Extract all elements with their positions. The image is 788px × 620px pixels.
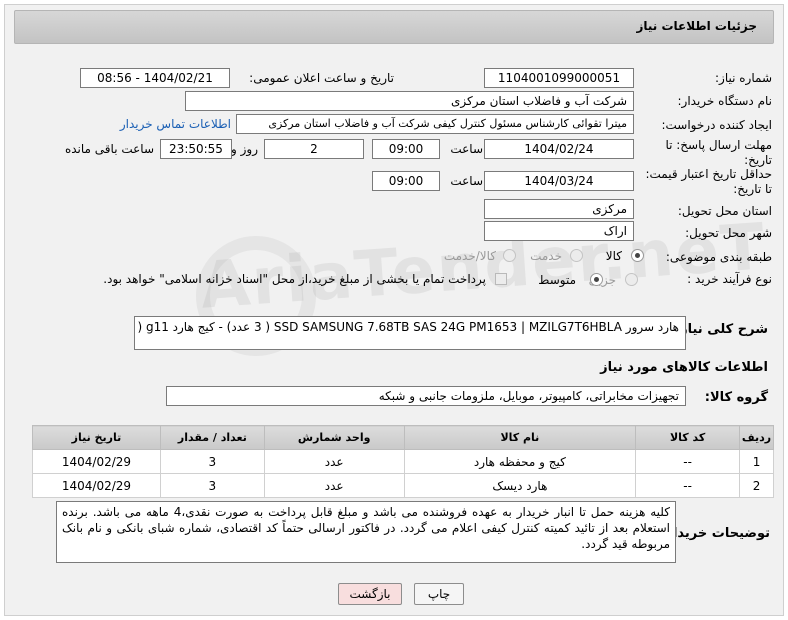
col-unit: واحد شمارش bbox=[263, 425, 405, 450]
buyer-org-label: نام دستگاه خریدار: bbox=[677, 94, 773, 108]
city-label: شهر محل تحویل: bbox=[685, 226, 772, 240]
category-service-radio[interactable] bbox=[570, 249, 583, 262]
price-validity-time-label: ساعت bbox=[450, 174, 483, 188]
remaining-time-label: ساعت باقی مانده bbox=[64, 142, 154, 156]
province-label: استان محل تحویل: bbox=[677, 204, 772, 218]
col-need-date: تاریخ نیاز bbox=[32, 425, 161, 450]
process-medium-radio[interactable] bbox=[590, 273, 603, 286]
col-quantity: تعداد / مقدار bbox=[159, 425, 265, 450]
reply-deadline-label-2: تاریخ: bbox=[744, 153, 772, 167]
reply-time-label: ساعت bbox=[450, 142, 483, 156]
cell-unit: عدد bbox=[263, 449, 405, 474]
col-goods-code: کد کالا bbox=[635, 425, 741, 450]
remaining-time-field: 23:50:55 bbox=[160, 139, 232, 159]
cell-need-date: 1404/02/29 bbox=[32, 473, 161, 498]
table-row: 2 -- هارد دیسک عدد 3 1404/02/29 bbox=[32, 473, 774, 498]
days-label: روز و bbox=[231, 142, 258, 156]
goods-group-field: تجهیزات مخابراتی، کامپیوتر، موبایل، ملزو… bbox=[166, 386, 686, 406]
buyer-org-field: شرکت آب و فاضلاب استان مرکزی bbox=[185, 91, 634, 111]
price-validity-date-field: 1404/03/24 bbox=[484, 171, 634, 191]
col-goods-name: نام کالا bbox=[403, 425, 637, 450]
page-title: جزئیات اطلاعات نیاز bbox=[636, 19, 757, 33]
cell-quantity: 3 bbox=[159, 473, 265, 498]
price-validity-label-2: تا تاریخ: bbox=[733, 182, 772, 196]
cell-goods-code: -- bbox=[635, 473, 741, 498]
reply-deadline-label: مهلت ارسال پاسخ: تا bbox=[665, 138, 772, 152]
process-minor-radio[interactable] bbox=[625, 273, 638, 286]
process-medium-label: متوسط bbox=[538, 273, 576, 287]
cell-goods-name: کیج و محفظه هارد bbox=[403, 449, 637, 474]
summary-label: شرح کلی نیاز: bbox=[674, 322, 768, 337]
category-label: طبقه بندی موضوعی: bbox=[665, 250, 772, 264]
need-number-label: شماره نیاز: bbox=[715, 71, 772, 85]
buyer-notes-label: توضیحات خریدار: bbox=[660, 526, 770, 541]
category-service-label: خدمت bbox=[530, 249, 562, 263]
cell-unit: عدد bbox=[263, 473, 405, 498]
print-button[interactable]: چاپ bbox=[414, 583, 464, 605]
reply-date-field: 1404/02/24 bbox=[484, 139, 634, 159]
treasury-checkbox[interactable] bbox=[495, 273, 507, 285]
category-goods-service-label: کالا/خدمت bbox=[443, 249, 496, 263]
summary-field: هارد سرور SSD SAMSUNG 7.68TB SAS 24G PM1… bbox=[134, 316, 686, 350]
table-row: 1 -- کیج و محفظه هارد عدد 3 1404/02/29 bbox=[32, 449, 774, 474]
page-header: جزئیات اطلاعات نیاز bbox=[14, 10, 774, 44]
cell-goods-code: -- bbox=[635, 449, 741, 474]
category-goods-service-radio[interactable] bbox=[503, 249, 516, 262]
price-validity-label: حداقل تاریخ اعتبار قیمت: bbox=[645, 167, 772, 181]
cell-quantity: 3 bbox=[159, 449, 265, 474]
items-table: ردیف کد کالا نام کالا واحد شمارش تعداد /… bbox=[32, 425, 774, 498]
creator-field: میترا تقوائی کارشناس مسئول کنترل کیفی شر… bbox=[236, 114, 634, 134]
category-goods-label: کالا bbox=[605, 249, 622, 263]
process-type-label: نوع فرآیند خرید : bbox=[687, 272, 772, 286]
announce-date-field: 1404/02/21 - 08:56 bbox=[80, 68, 230, 88]
price-validity-time-field: 09:00 bbox=[372, 171, 440, 191]
city-field: اراک bbox=[484, 221, 634, 241]
days-remaining-field: 2 bbox=[264, 139, 364, 159]
goods-info-title: اطلاعات کالاهای مورد نیاز bbox=[600, 360, 768, 375]
province-field: مرکزی bbox=[484, 199, 634, 219]
cell-row-number: 2 bbox=[739, 473, 774, 498]
col-row-number: ردیف bbox=[739, 425, 774, 450]
category-goods-radio[interactable] bbox=[631, 249, 644, 262]
table-header-row: ردیف کد کالا نام کالا واحد شمارش تعداد /… bbox=[32, 425, 774, 450]
reply-time-field: 09:00 bbox=[372, 139, 440, 159]
cell-row-number: 1 bbox=[739, 449, 774, 474]
buyer-contact-link[interactable]: اطلاعات تماس خریدار bbox=[120, 117, 231, 131]
need-number-field: 1104001099000051 bbox=[484, 68, 634, 88]
cell-need-date: 1404/02/29 bbox=[32, 449, 161, 474]
buyer-notes-field: کلیه هزینه حمل تا انبار خریدار به عهده ف… bbox=[56, 501, 676, 563]
cell-goods-name: هارد دیسک bbox=[403, 473, 637, 498]
announce-date-label: تاریخ و ساعت اعلان عمومی: bbox=[249, 71, 394, 85]
creator-label: ایجاد کننده درخواست: bbox=[661, 118, 772, 132]
back-button[interactable]: بازگشت bbox=[338, 583, 402, 605]
treasury-note: پرداخت تمام یا بخشی از مبلغ خرید،از محل … bbox=[103, 272, 486, 286]
goods-group-label: گروه کالا: bbox=[704, 390, 768, 405]
